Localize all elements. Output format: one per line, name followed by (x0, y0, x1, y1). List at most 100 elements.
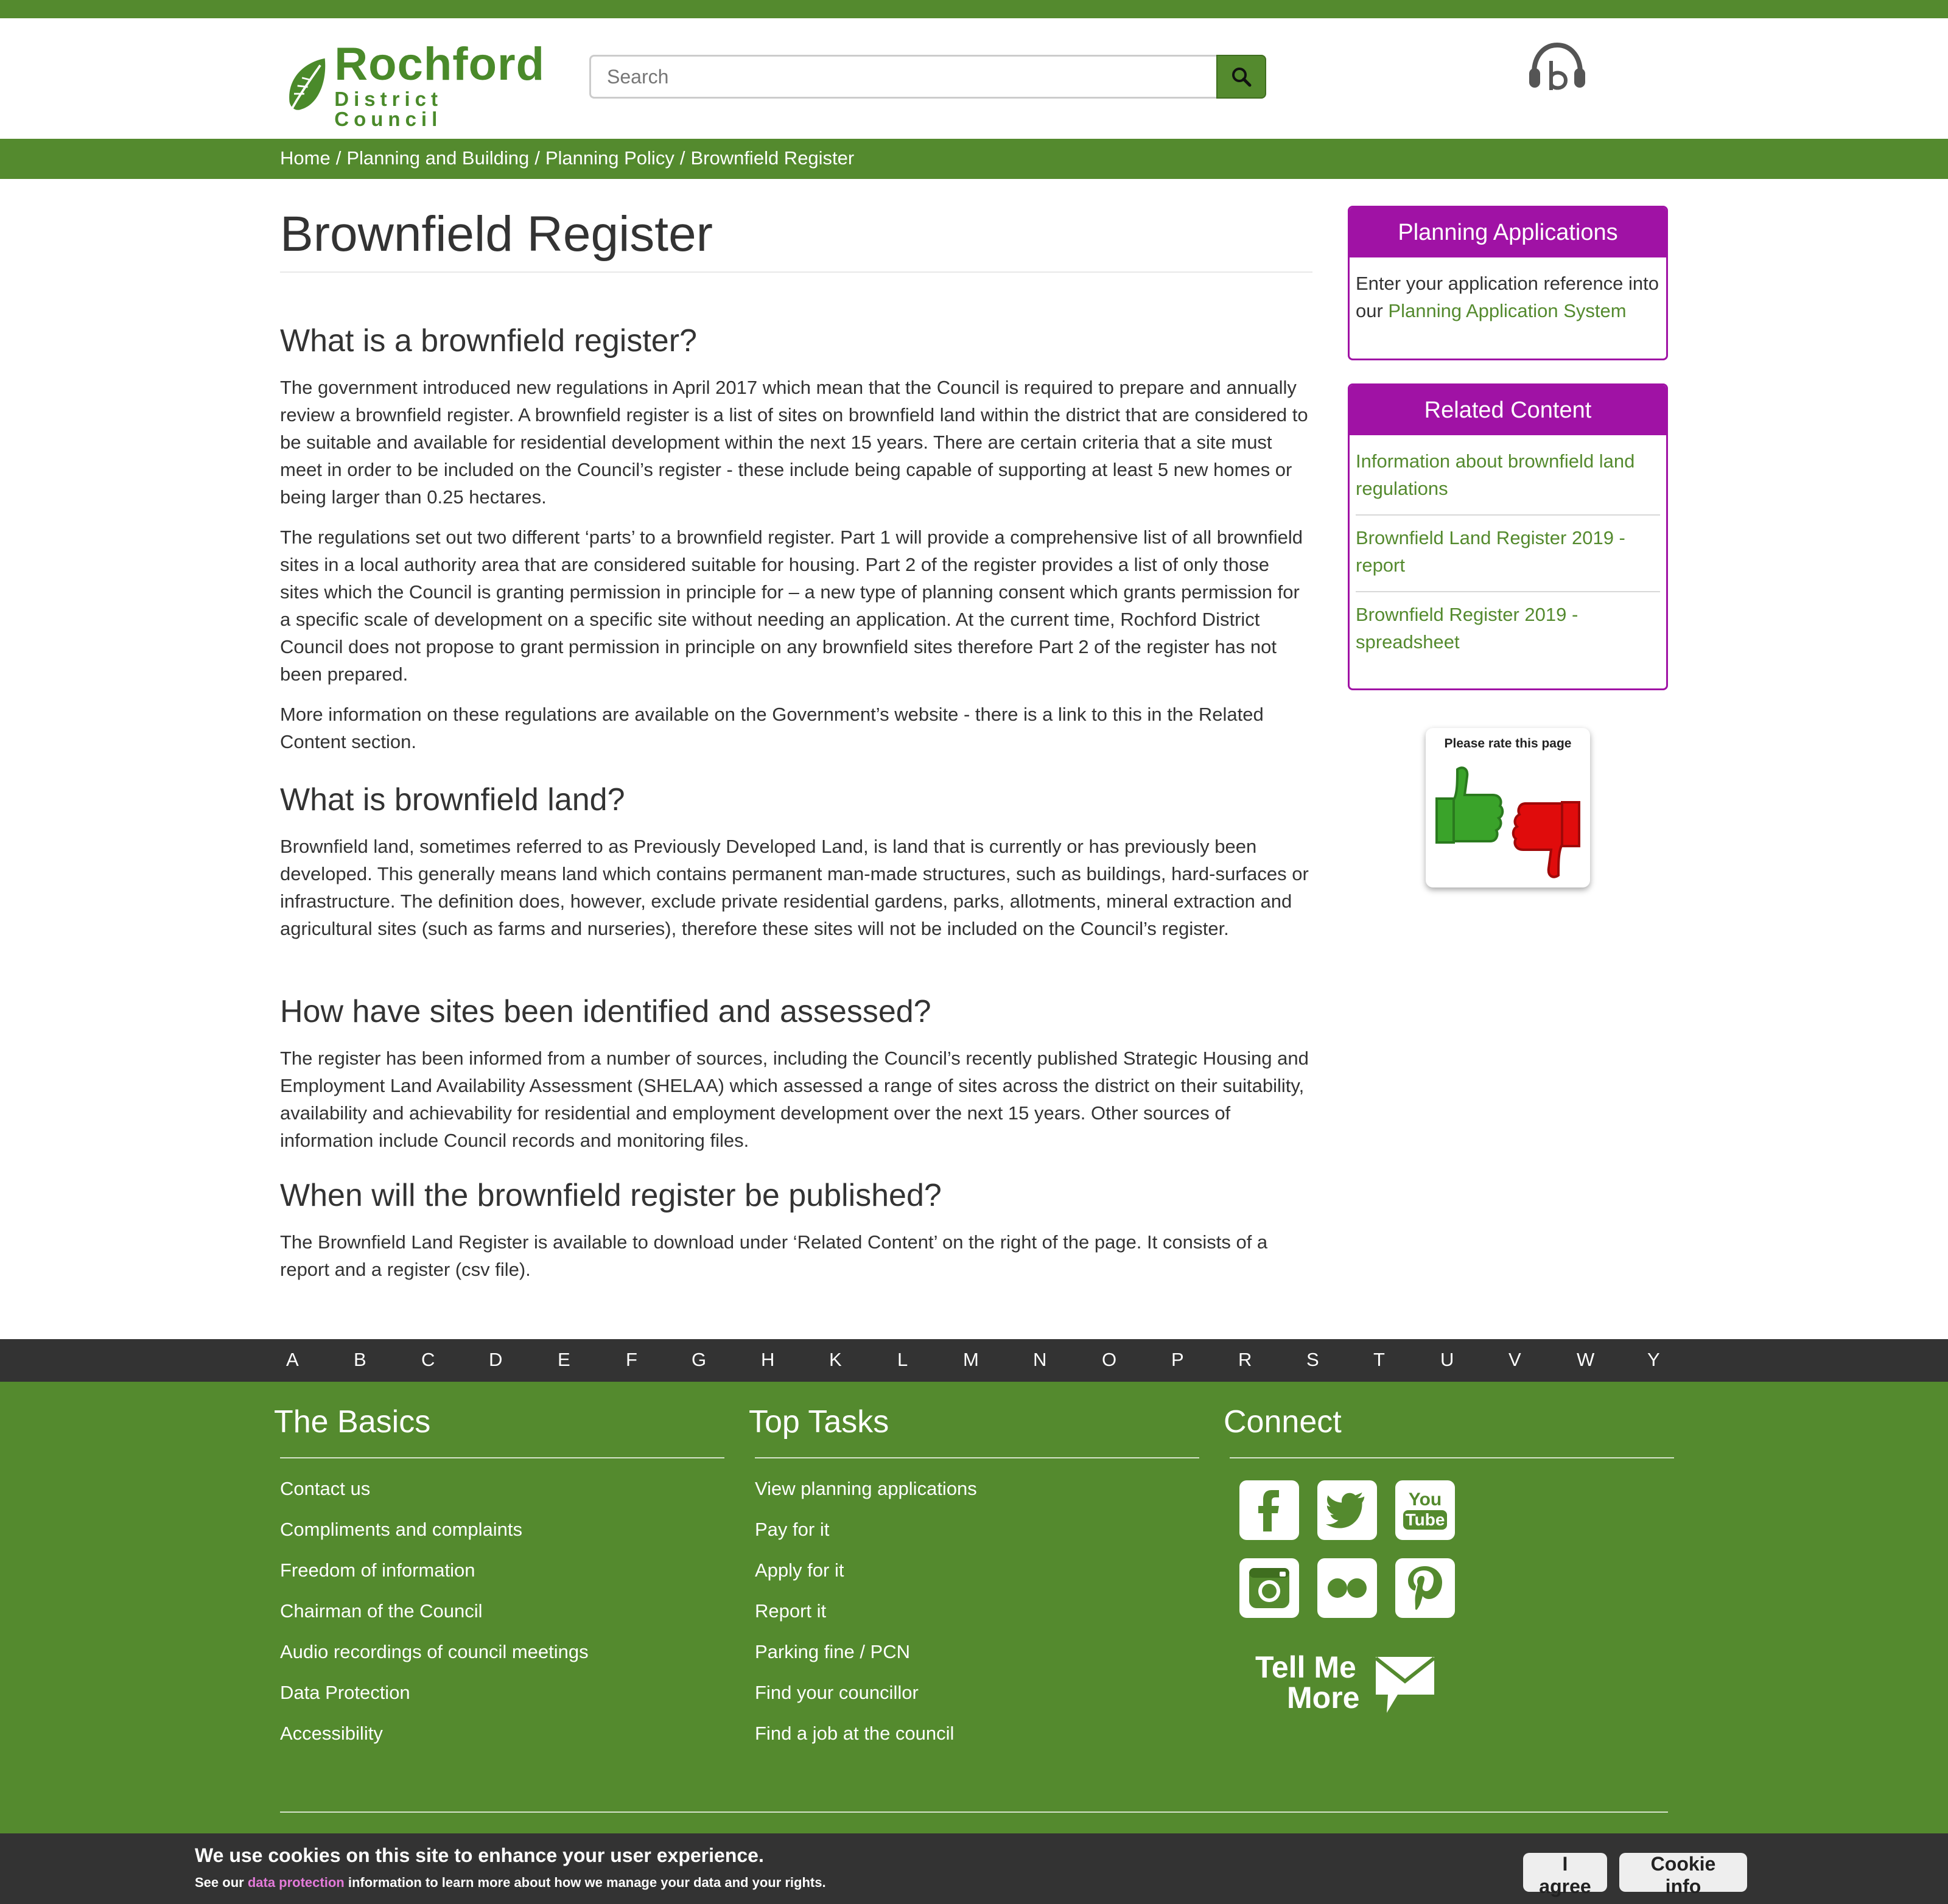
panel-body: Enter your application reference into ou… (1350, 257, 1666, 337)
planning-application-system-link[interactable]: Planning Application System (1388, 300, 1626, 321)
footer-link[interactable]: Accessibility (280, 1721, 730, 1762)
footer-link[interactable]: View planning applications (755, 1477, 1205, 1517)
rate-title: Please rate this page (1444, 737, 1572, 751)
footer-link[interactable]: Report it (755, 1599, 1205, 1640)
youtube-glyph: You Tube (1403, 1491, 1448, 1530)
thumbs-down-icon[interactable] (1511, 790, 1583, 881)
alpha-link[interactable]: G (692, 1349, 706, 1371)
footer-connect: Connect (1224, 1404, 1680, 1458)
section-how-identified: How have sites been identified and asses… (280, 993, 1312, 1167)
alpha-link[interactable]: W (1577, 1349, 1594, 1371)
flickr-icon[interactable] (1317, 1558, 1377, 1618)
section-heading: When will the brownfield register be pub… (280, 1178, 942, 1213)
cookie-title: We use cookies on this site to enhance y… (195, 1844, 764, 1866)
twitter-icon[interactable] (1317, 1480, 1377, 1540)
tell-me-more-link[interactable]: Tell Me More (1255, 1652, 1438, 1715)
breadcrumb-planning-policy[interactable]: Planning Policy (545, 147, 674, 169)
cookie-sub-before: See our (195, 1875, 248, 1890)
alpha-link[interactable]: E (558, 1349, 570, 1371)
alpha-link[interactable]: Y (1647, 1349, 1660, 1371)
tell-me-more-text: Tell Me More (1255, 1652, 1359, 1713)
panel-body: Information about brownfield land regula… (1350, 435, 1666, 680)
footer-link[interactable]: Compliments and complaints (280, 1517, 730, 1558)
alpha-link[interactable]: S (1306, 1349, 1319, 1371)
rate-page-widget: Please rate this page (1426, 728, 1590, 887)
alpha-link[interactable]: M (963, 1349, 979, 1371)
breadcrumb-separator: / (534, 147, 540, 169)
breadcrumb-home[interactable]: Home (280, 147, 331, 169)
footer-link[interactable]: Chairman of the Council (280, 1599, 730, 1640)
alpha-link[interactable]: F (626, 1349, 637, 1371)
alpha-link[interactable]: V (1508, 1349, 1521, 1371)
thumbs-up-icon[interactable] (1433, 763, 1505, 855)
alpha-link[interactable]: N (1033, 1349, 1046, 1371)
panel-title: Related Content (1350, 385, 1666, 435)
footer-link[interactable]: Freedom of information (280, 1558, 730, 1599)
site-footer: The Basics Contact us Compliments and co… (0, 1382, 1948, 1833)
cookie-banner: We use cookies on this site to enhance y… (0, 1833, 1948, 1904)
flickr-glyph (1328, 1578, 1367, 1598)
footer-link[interactable]: Contact us (280, 1477, 730, 1517)
logo-subtitle: District Council (334, 88, 443, 130)
page-title: Brownfield Register (280, 206, 713, 262)
cookie-sub-after: information to learn more about how we m… (344, 1875, 826, 1890)
section-what-is-register: What is a brownfield register? The gover… (280, 323, 1312, 768)
twitter-glyph (1326, 1492, 1365, 1528)
footer-link[interactable]: Pay for it (755, 1517, 1205, 1558)
section-when-published: When will the brownfield register be pub… (280, 1177, 1312, 1296)
search-button[interactable] (1216, 55, 1266, 99)
alpha-link[interactable]: R (1238, 1349, 1252, 1371)
data-protection-link[interactable]: data protection (248, 1875, 345, 1890)
alpha-link[interactable]: P (1171, 1349, 1184, 1371)
section-what-is-land: What is brownfield land? Brownfield land… (280, 782, 1312, 955)
section-paragraph: The Brownfield Land Register is availabl… (280, 1231, 1268, 1280)
alpha-link[interactable]: A (286, 1349, 299, 1371)
breadcrumb-current: Brownfield Register (690, 147, 855, 169)
alpha-link[interactable]: L (897, 1349, 908, 1371)
breadcrumb-separator: / (335, 147, 342, 169)
footer-link[interactable]: Audio recordings of council meetings (280, 1640, 730, 1681)
footer-bottom-divider (280, 1811, 1668, 1813)
alpha-link[interactable]: O (1102, 1349, 1116, 1371)
instagram-icon[interactable] (1239, 1558, 1299, 1618)
site-logo[interactable]: Rochford District Council (285, 38, 547, 130)
leaf-icon (289, 58, 326, 112)
alpha-link[interactable]: U (1440, 1349, 1454, 1371)
pinterest-icon[interactable] (1395, 1558, 1455, 1618)
youtube-icon[interactable]: You Tube (1395, 1480, 1455, 1540)
footer-link[interactable]: Parking fine / PCN (755, 1640, 1205, 1681)
facebook-glyph (1258, 1490, 1279, 1531)
footer-link[interactable]: Find a job at the council (755, 1721, 1205, 1762)
section-paragraph: More information on these regulations ar… (280, 704, 1264, 752)
breadcrumb-separator: / (679, 147, 685, 169)
cookie-subtext: See our data protection information to l… (195, 1875, 826, 1891)
search-form (589, 55, 1266, 99)
alpha-link[interactable]: B (354, 1349, 366, 1371)
envelope-icon (1375, 1656, 1435, 1713)
site-header: Rochford District Council (0, 18, 1948, 139)
footer-basics: The Basics Contact us Compliments and co… (274, 1404, 730, 1762)
alpha-link[interactable]: T (1373, 1349, 1385, 1371)
footer-link[interactable]: Find your councillor (755, 1681, 1205, 1721)
breadcrumb-planning-and-building[interactable]: Planning and Building (346, 147, 529, 169)
youtube-word-bottom: Tube (1403, 1510, 1448, 1530)
cookie-info-button[interactable]: Cookie info (1619, 1853, 1747, 1897)
pinterest-glyph (1408, 1566, 1442, 1610)
logo-name: Rochford (334, 38, 545, 90)
alpha-link[interactable]: H (761, 1349, 774, 1371)
instagram-glyph (1249, 1568, 1289, 1608)
related-link-report[interactable]: Brownfield Land Register 2019 - report (1356, 516, 1660, 592)
search-input[interactable] (589, 55, 1216, 99)
alpha-link[interactable]: D (489, 1349, 502, 1371)
alpha-link[interactable]: K (829, 1349, 842, 1371)
related-link-spreadsheet[interactable]: Brownfield Register 2019 - spreadsheet (1356, 592, 1660, 668)
facebook-icon[interactable] (1239, 1480, 1299, 1540)
browsealoud-headphones-icon[interactable] (1527, 41, 1588, 94)
footer-link[interactable]: Data Protection (280, 1681, 730, 1721)
footer-link[interactable]: Apply for it (755, 1558, 1205, 1599)
cookie-agree-button[interactable]: I agree (1523, 1853, 1607, 1897)
panel-title: Planning Applications (1350, 208, 1666, 257)
section-heading: What is a brownfield register? (280, 323, 697, 359)
alpha-link[interactable]: C (421, 1349, 435, 1371)
related-link-regulations[interactable]: Information about brownfield land regula… (1356, 439, 1660, 516)
